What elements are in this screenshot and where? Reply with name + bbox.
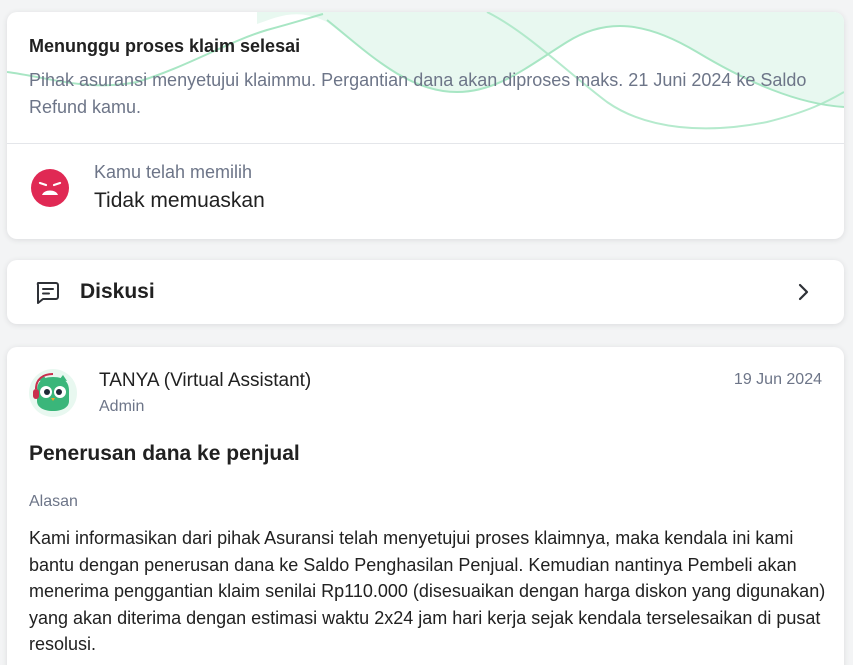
sad-face-icon <box>31 169 69 207</box>
message-body: Kami informasikan dari pihak Asuransi te… <box>29 528 826 654</box>
reason-label: Alasan <box>29 493 78 510</box>
rating-label: Kamu telah memilih <box>94 162 253 182</box>
divider <box>7 143 844 144</box>
sender-role: Admin <box>99 398 145 415</box>
message-title: Penerusan dana ke penjual <box>29 442 300 465</box>
claim-status-card: Menunggu proses klaim selesai Pihak asur… <box>7 12 844 239</box>
rating-value: Tidak memuaskan <box>94 189 265 212</box>
message-card: TANYA (Virtual Assistant) Admin 19 Jun 2… <box>7 347 844 665</box>
message-date: 19 Jun 2024 <box>733 371 822 388</box>
sender-name: TANYA (Virtual Assistant) <box>99 370 312 391</box>
chat-icon <box>36 282 59 304</box>
discussion-button[interactable]: Diskusi <box>7 260 844 324</box>
claim-status-title: Menunggu proses klaim selesai <box>29 36 301 56</box>
assistant-avatar <box>29 369 77 417</box>
chevron-right-icon <box>798 283 809 301</box>
discussion-label: Diskusi <box>80 280 155 303</box>
claim-status-description: Pihak asuransi menyetujui klaimmu. Perga… <box>29 70 807 117</box>
